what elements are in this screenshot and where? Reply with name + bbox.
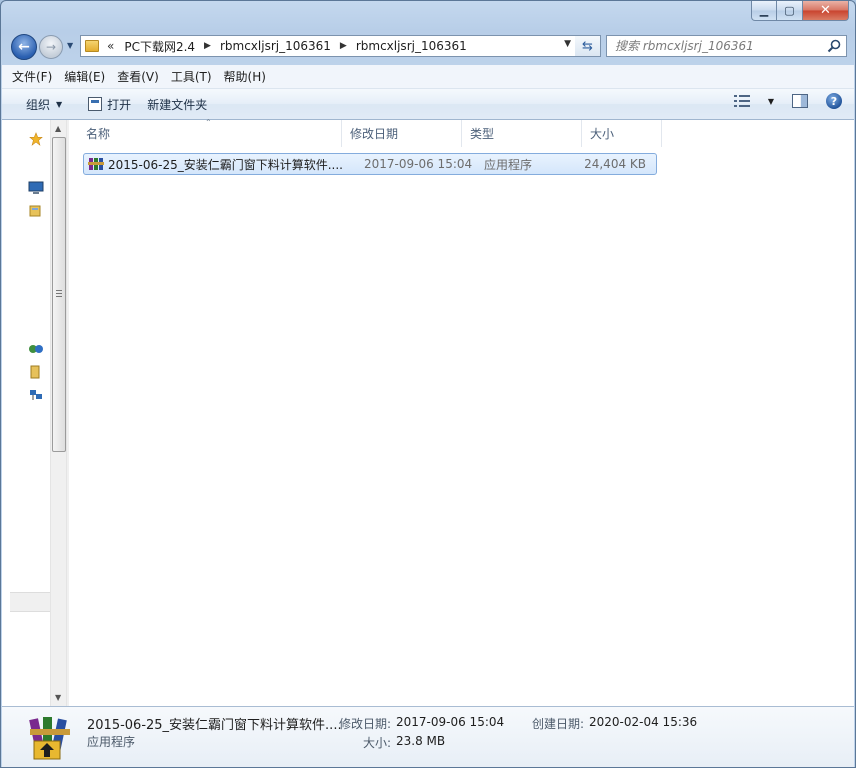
menu-help[interactable]: 帮助(H) — [224, 68, 266, 85]
setup-program-icon — [29, 717, 70, 760]
maximize-button[interactable]: ▢ — [777, 1, 803, 21]
scroll-down-icon[interactable]: ▼ — [55, 693, 61, 702]
back-arrow-icon: ← — [18, 39, 30, 55]
column-header-type[interactable]: 类型 — [462, 120, 582, 147]
column-header-size[interactable]: 大小 — [582, 120, 662, 147]
menu-tools[interactable]: 工具(T) — [171, 68, 212, 85]
details-created-label: 创建日期: — [532, 717, 585, 731]
search-input[interactable] — [615, 39, 815, 53]
scroll-up-icon[interactable]: ▲ — [55, 124, 61, 133]
navigation-pane — [2, 120, 50, 706]
details-modified-value: 2017-09-06 15:04 — [396, 715, 505, 729]
open-button[interactable]: 打开 — [80, 92, 139, 116]
menu-view[interactable]: 查看(V) — [117, 68, 159, 85]
details-size-value: 23.8 MB — [396, 734, 446, 748]
sort-ascending-icon: ⌃ — [205, 118, 212, 127]
breadcrumb-overflow[interactable]: « — [107, 39, 114, 53]
breadcrumb-separator-icon[interactable]: ▶ — [340, 41, 347, 51]
network-icon[interactable] — [28, 388, 44, 402]
computer-icon[interactable] — [28, 365, 44, 379]
view-dropdown-icon[interactable]: ▼ — [768, 97, 774, 106]
chevron-down-icon: ▼ — [56, 99, 63, 109]
breadcrumb-item[interactable]: rbmcxljsrj_106361 — [356, 39, 467, 53]
close-icon: ✕ — [820, 3, 831, 18]
command-bar: 组织 ▼ 打开 新建文件夹 ▼ ? — [2, 89, 854, 120]
refresh-button[interactable]: ⇆ — [575, 35, 601, 57]
nav-scrollbar[interactable]: ▲ ▼ — [50, 120, 67, 706]
file-type: 应用程序 — [484, 157, 533, 172]
menu-bar: 文件(F) 编辑(E) 查看(V) 工具(T) 帮助(H) — [2, 65, 854, 89]
nav-scrollbar-thumb[interactable] — [52, 137, 66, 452]
favorites-star-icon[interactable] — [28, 132, 44, 146]
pane-splitter[interactable] — [67, 120, 69, 706]
details-file-type: 应用程序 — [87, 735, 136, 749]
folder-icon — [85, 40, 99, 52]
close-button[interactable]: ✕ — [803, 1, 849, 21]
grip-icon — [56, 290, 62, 297]
view-options-icon[interactable] — [733, 95, 750, 107]
address-dropdown-icon[interactable]: ▼ — [564, 39, 571, 49]
winrar-archive-icon — [88, 158, 104, 170]
explorer-window: ▁ ▢ ✕ ← → ▼ « PC下载网2.4 ▶ rbmcxljsrj_1063… — [0, 0, 856, 768]
minimize-button[interactable]: ▁ — [751, 1, 777, 21]
desktop-icon[interactable] — [28, 181, 44, 195]
file-name: 2015-06-25_安装仁霸门窗下料计算软件.... — [108, 157, 343, 172]
address-bar[interactable]: « PC下载网2.4 ▶ rbmcxljsrj_106361 ▶ rbmcxlj… — [80, 35, 576, 57]
menu-edit[interactable]: 编辑(E) — [64, 68, 105, 85]
details-created-value: 2020-02-04 15:36 — [589, 715, 698, 729]
maximize-icon: ▢ — [784, 4, 795, 17]
breadcrumb-item[interactable]: rbmcxljsrj_106361 — [220, 39, 331, 53]
homegroup-icon[interactable] — [28, 342, 44, 356]
search-box[interactable] — [606, 35, 847, 57]
details-pane: 2015-06-25_安装仁霸门窗下料计算软件.... 应用程序 修改日期: 2… — [2, 706, 854, 767]
file-modified: 2017-09-06 15:04 — [364, 157, 473, 171]
chevron-down-icon: ▼ — [67, 41, 74, 50]
open-label: 打开 — [107, 97, 132, 112]
column-header-modified[interactable]: 修改日期 — [342, 120, 462, 147]
caption-buttons: ▁ ▢ ✕ — [751, 1, 849, 21]
help-icon[interactable]: ? — [826, 93, 842, 109]
forward-arrow-icon: → — [45, 40, 57, 54]
file-row[interactable]: 2015-06-25_安装仁霸门窗下料计算软件.... 2017-09-06 1… — [83, 153, 657, 175]
details-file-name: 2015-06-25_安装仁霸门窗下料计算软件.... — [87, 718, 342, 733]
refresh-icon: ⇆ — [582, 38, 593, 54]
search-icon[interactable] — [827, 39, 841, 53]
breadcrumb-item[interactable]: PC下载网2.4 — [124, 38, 195, 55]
open-icon — [88, 97, 103, 111]
details-modified-label: 修改日期: — [339, 717, 392, 731]
organize-button[interactable]: 组织 ▼ — [18, 92, 70, 116]
libraries-icon[interactable] — [28, 204, 44, 218]
column-header-row: ⌃ 名称 修改日期 类型 大小 — [78, 118, 662, 147]
content-area: ▲ ▼ ⌃ 名称 修改日期 类型 大小 2015-06-25_安装仁霸门窗下料计… — [2, 118, 854, 706]
new-folder-label: 新建文件夹 — [147, 97, 208, 112]
organize-label: 组织 — [26, 97, 51, 112]
nav-pane-stub — [10, 592, 50, 612]
recent-pages-dropdown[interactable]: ▼ — [67, 41, 77, 51]
minimize-icon: ▁ — [759, 4, 769, 17]
back-button[interactable]: ← — [11, 34, 37, 60]
forward-button[interactable]: → — [39, 35, 63, 59]
details-size-label: 大小: — [363, 736, 392, 750]
file-size: 24,404 KB — [584, 157, 646, 171]
toolbar-right-group: ▼ ? — [733, 93, 842, 109]
breadcrumb-separator-icon[interactable]: ▶ — [204, 41, 211, 51]
menu-file[interactable]: 文件(F) — [12, 68, 52, 85]
preview-pane-icon[interactable] — [792, 94, 808, 108]
new-folder-button[interactable]: 新建文件夹 — [139, 92, 215, 116]
